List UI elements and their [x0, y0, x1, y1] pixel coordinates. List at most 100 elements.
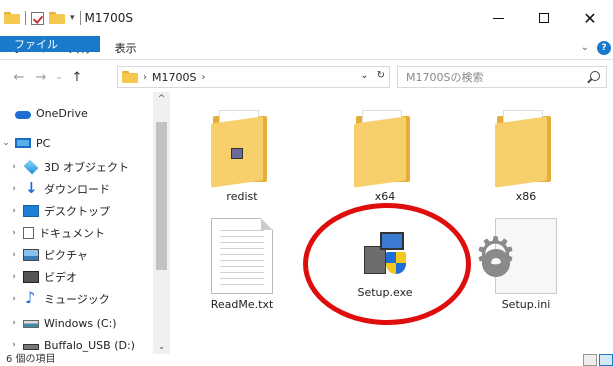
file-item-redist[interactable]: redist [192, 110, 292, 203]
collapsed-chevron-icon[interactable]: › [8, 228, 20, 238]
status-bar: 6 個の項目 [0, 354, 613, 366]
nav-scrollbar[interactable]: ^ ⌄ [153, 92, 170, 354]
gear-icon [474, 227, 517, 283]
nav-item-3d-objects[interactable]: › 3D オブジェクト [8, 156, 129, 178]
collapsed-chevron-icon[interactable]: › [8, 340, 20, 350]
nav-item-label: ピクチャ [44, 249, 88, 262]
view-toggles [583, 354, 613, 366]
nav-item-videos[interactable]: › ビデオ [8, 266, 77, 288]
nav-item-label: デスクトップ [44, 205, 110, 218]
collapsed-chevron-icon[interactable]: › [8, 206, 20, 216]
ribbon-right-controls: ⌄ ? [581, 36, 613, 59]
collapsed-chevron-icon[interactable]: › [8, 294, 20, 304]
file-name: Setup.exe [357, 286, 413, 299]
pc-icon [15, 138, 31, 148]
details-view-icon[interactable] [583, 354, 597, 366]
file-item-setup-exe[interactable]: Setup.exe [335, 218, 435, 299]
videos-icon [23, 271, 39, 283]
ribbon-tabs: ファイル ホーム 共有 表示 ⌄ ? [0, 36, 613, 60]
properties-icon[interactable] [31, 11, 44, 25]
desktop-icon [23, 205, 39, 217]
nav-item-desktop[interactable]: › デスクトップ [8, 200, 110, 222]
large-icons-view-icon[interactable] [599, 354, 613, 366]
nav-item-label: Buffalo_USB (D:) [44, 338, 135, 352]
maximize-icon [539, 13, 549, 23]
help-icon[interactable]: ? [597, 40, 611, 55]
nav-item-music[interactable]: › ミュージック [8, 288, 110, 310]
download-icon [23, 179, 39, 197]
minimize-icon [492, 17, 504, 19]
file-item-x64[interactable]: x64 [335, 110, 435, 203]
nav-item-label: ビデオ [44, 271, 77, 284]
new-folder-icon[interactable] [49, 12, 65, 24]
maximize-button[interactable] [521, 0, 567, 36]
search-icon[interactable] [590, 71, 600, 81]
file-name: x86 [515, 190, 537, 203]
collapsed-chevron-icon[interactable]: › [8, 250, 20, 260]
window-controls: ✕ [475, 0, 613, 36]
collapsed-chevron-icon[interactable]: › [8, 162, 20, 172]
customize-dropdown-icon[interactable]: ▾ [70, 13, 75, 23]
toolbar-divider [25, 11, 26, 25]
nav-item-onedrive[interactable]: OneDrive [0, 102, 88, 124]
nav-item-documents[interactable]: › ドキュメント [8, 222, 105, 244]
usb-drive-icon [23, 344, 39, 350]
file-item-setup-ini[interactable]: Setup.ini [474, 218, 576, 311]
tab-view[interactable]: 表示 [103, 36, 149, 59]
text-file-icon [211, 218, 273, 294]
folder-icon [491, 110, 561, 188]
up-arrow-icon[interactable]: ↑ [66, 70, 88, 85]
nav-item-label: ドキュメント [39, 227, 105, 240]
collapsed-chevron-icon[interactable]: › [8, 272, 20, 282]
address-row: ← → ⌄ ↑ › M1700S › ⌄ ↻ [0, 62, 613, 92]
address-dropdown-icon[interactable]: ⌄ [360, 70, 368, 81]
file-name: x64 [374, 190, 396, 203]
file-name: ReadMe.txt [210, 298, 274, 311]
config-file-icon [474, 218, 557, 294]
nav-item-label: Windows (C:) [44, 316, 117, 330]
search-input[interactable] [406, 70, 576, 84]
breadcrumb-separator-icon[interactable]: › [201, 72, 205, 83]
nav-item-label: PC [36, 136, 51, 150]
file-name: redist [226, 190, 258, 203]
file-item-readme[interactable]: ReadMe.txt [192, 218, 292, 311]
nav-item-label: OneDrive [36, 106, 88, 120]
back-arrow-icon[interactable]: ← [8, 70, 30, 85]
file-name: Setup.ini [501, 298, 551, 311]
installer-icon [360, 230, 410, 280]
folder-icon [122, 71, 138, 83]
folder-icon [350, 110, 420, 188]
navigation-pane: OneDrive ⌄ PC › 3D オブジェクト › ダウンロード › デスク… [0, 92, 170, 354]
refresh-icon[interactable]: ↻ [377, 70, 385, 81]
window-title: M1700S [84, 11, 134, 25]
3d-objects-icon [23, 159, 39, 175]
minimize-button[interactable] [475, 0, 521, 36]
breadcrumb-separator-icon[interactable]: › [143, 72, 147, 83]
nav-item-usb-drive[interactable]: › Buffalo_USB (D:) [8, 334, 135, 356]
file-view: redist x64 x86 ReadMe.txt Setup.exe Setu… [170, 92, 613, 354]
breadcrumb-segment[interactable]: M1700S [152, 71, 196, 84]
expand-ribbon-icon[interactable]: ⌄ [581, 42, 589, 53]
nav-item-pictures[interactable]: › ピクチャ [8, 244, 88, 266]
nav-item-label: ミュージック [44, 293, 110, 306]
collapsed-chevron-icon[interactable]: › [8, 184, 20, 194]
collapsed-chevron-icon[interactable]: › [8, 318, 20, 328]
folder-icon [4, 12, 20, 24]
nav-item-windows-drive[interactable]: › Windows (C:) [8, 312, 117, 334]
nav-item-label: 3D オブジェクト [44, 161, 129, 174]
quick-access-toolbar: ▾ [4, 11, 81, 25]
scroll-thumb[interactable] [156, 122, 167, 270]
file-item-x86[interactable]: x86 [476, 110, 576, 203]
search-box[interactable] [397, 66, 607, 88]
nav-item-downloads[interactable]: › ダウンロード [8, 178, 110, 200]
nav-item-pc[interactable]: ⌄ PC [0, 132, 50, 154]
address-bar[interactable]: › M1700S › ⌄ ↻ [117, 66, 390, 88]
tab-file[interactable]: ファイル [0, 36, 100, 52]
expanded-chevron-icon[interactable]: ⌄ [0, 138, 12, 148]
scroll-up-icon[interactable]: ^ [153, 94, 170, 104]
music-icon [23, 288, 39, 307]
recent-locations-icon[interactable]: ⌄ [52, 72, 66, 82]
forward-arrow-icon[interactable]: → [30, 70, 52, 85]
close-button[interactable]: ✕ [567, 0, 613, 36]
scroll-down-icon[interactable]: ⌄ [153, 342, 170, 352]
